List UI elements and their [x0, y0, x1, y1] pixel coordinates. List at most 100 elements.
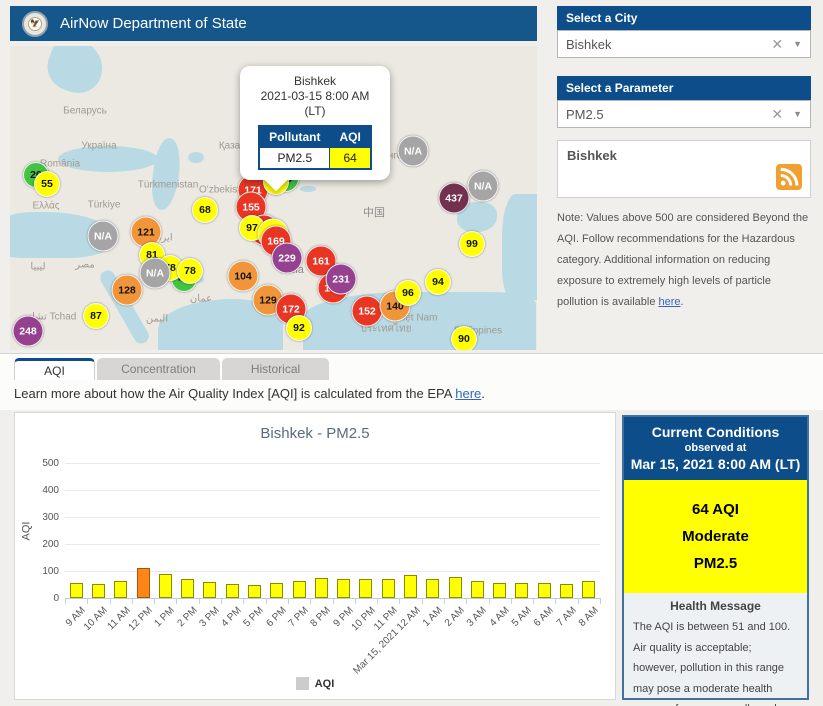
epa-info-line: Learn more about how the Air Quality Ind… — [14, 386, 485, 401]
chart-x-tick — [466, 599, 468, 604]
select-city-header: Select a City — [557, 6, 811, 30]
aqi-marker-104[interactable]: 104 — [227, 260, 259, 292]
aqi-marker-78[interactable]: 78 — [177, 258, 203, 284]
chart-x-tick — [399, 599, 401, 604]
aqi-marker-96[interactable]: 96 — [395, 280, 421, 306]
aqi-marker-90[interactable]: 90 — [451, 326, 477, 350]
aqi-marker-229[interactable]: 229 — [271, 242, 303, 274]
chart-x-tick — [533, 599, 535, 604]
chart-bar-10-pm[interactable] — [359, 579, 373, 598]
chart-x-tick-label: 1 PM — [152, 605, 178, 630]
chart-bar-2-am[interactable] — [448, 577, 462, 598]
chart-x-tick-label: 4 AM — [487, 605, 512, 629]
map-label: مصر — [75, 259, 95, 271]
clear-icon[interactable]: ✕ — [771, 106, 783, 123]
chart-x-tick — [577, 599, 579, 604]
rss-icon[interactable] — [776, 164, 802, 190]
map-label: Україна — [81, 140, 117, 152]
epa-here-link[interactable]: here — [455, 386, 481, 401]
chart-bar-8-pm[interactable] — [314, 578, 328, 598]
map-label: عمان — [189, 293, 213, 305]
app-title: AirNow Department of State — [60, 15, 247, 32]
current-conditions-header: Current Conditions observed at Mar 15, 2… — [624, 417, 807, 480]
popup-city: Bishkek — [293, 74, 337, 88]
aqi-marker-99[interactable]: 99 — [459, 231, 485, 257]
aqi-marker-94[interactable]: 94 — [425, 269, 451, 295]
chart-x-tick — [131, 599, 133, 604]
chart-x-tick — [265, 599, 267, 604]
airnow-page: 🦅 AirNow Department of State Беларусь Укр… — [0, 0, 823, 706]
chart-gridline — [65, 490, 600, 491]
chart-x-tick — [287, 599, 289, 604]
note-here-link[interactable]: here — [659, 296, 681, 308]
chart-x-tick — [176, 599, 178, 604]
chart-x-tick-label: 10 AM — [82, 605, 111, 633]
aqi-marker-92[interactable]: 92 — [286, 315, 312, 341]
chart-bar-3-pm[interactable] — [203, 582, 217, 598]
rss-city-label: Bishkek — [567, 148, 617, 163]
aqi-marker-na[interactable]: N/A — [397, 135, 429, 167]
clear-icon[interactable]: ✕ — [771, 36, 783, 53]
chart-bar-7-am[interactable] — [560, 584, 574, 598]
chart-bar-1-pm[interactable] — [158, 574, 172, 598]
health-message-title: Health Message — [670, 599, 761, 613]
chart-bar-1-am[interactable] — [426, 579, 440, 598]
chart-gridline — [65, 544, 600, 545]
popup-pollutant-value: PM2.5 — [258, 147, 331, 170]
chart-x-tick — [310, 599, 312, 604]
tab-concentration[interactable]: Concentration — [97, 358, 220, 380]
aqi-marker-68[interactable]: 68 — [192, 197, 218, 223]
aqi-marker-152[interactable]: 152 — [351, 295, 383, 327]
chart-bar-9-pm[interactable] — [337, 579, 351, 598]
chart-x-tick-label: 5 PM — [241, 605, 267, 630]
conditions-aqi-pollutant: PM2.5 — [693, 555, 738, 572]
chart-bar-2-pm[interactable] — [181, 579, 195, 598]
chart-x-tick-label: 10 PM — [349, 605, 378, 634]
chart-bar-4-am[interactable] — [493, 583, 507, 598]
map-label: ليبيا — [30, 261, 46, 273]
tab-aqi[interactable]: AQI — [14, 358, 95, 380]
chart-bar-4-pm[interactable] — [225, 584, 239, 598]
chart-bar-6-pm[interactable] — [270, 583, 284, 598]
conditions-title: Current Conditions — [651, 424, 780, 440]
aqi-marker-87[interactable]: 87 — [83, 303, 109, 329]
aqi-marker-na[interactable]: N/A — [87, 220, 119, 252]
chart-bar-8-am[interactable] — [582, 581, 596, 598]
tab-historical[interactable]: Historical — [222, 358, 329, 380]
chart-bar-9-am[interactable] — [69, 583, 83, 598]
chart-x-tick-label: 5 AM — [509, 605, 534, 629]
chart-x-tick — [555, 599, 557, 604]
chart-bar-mar-15-2021-12-am[interactable] — [404, 575, 418, 598]
map-water — [188, 152, 204, 163]
chart-bar-3-am[interactable] — [470, 581, 484, 598]
aqi-world-map[interactable]: БеларусьУкраїнаҚазақстанRomâniaΕλλάςTürk… — [10, 46, 537, 350]
chart-bar-10-am[interactable] — [91, 584, 105, 598]
aqi-marker-248[interactable]: 248 — [12, 315, 44, 347]
popup-table: Pollutant AQI PM2.5 64 — [258, 125, 372, 170]
chevron-down-icon[interactable]: ▼ — [793, 39, 802, 49]
tabs-section: AQI Concentration Historical Learn more … — [0, 353, 823, 410]
aqi-marker-55[interactable]: 55 — [34, 171, 60, 197]
chart-x-tick — [332, 599, 334, 604]
chevron-down-icon[interactable]: ▼ — [793, 109, 802, 119]
city-select[interactable]: Bishkek ✕ ▼ — [557, 30, 811, 58]
chart-bar-12-pm[interactable] — [136, 568, 150, 598]
chart-bar-5-pm[interactable] — [247, 585, 261, 598]
chart-bar-7-pm[interactable] — [292, 581, 306, 598]
chart-bar-11-am[interactable] — [114, 581, 128, 598]
popup-timezone: (LT) — [304, 104, 326, 118]
chart-bar-6-am[interactable] — [537, 583, 551, 598]
aqi-marker-231[interactable]: 231 — [325, 263, 357, 295]
map-water — [300, 186, 316, 192]
chart-x-tick-label: 6 AM — [532, 605, 557, 629]
chart-bar-5-am[interactable] — [515, 583, 529, 598]
chart-bar-11-pm[interactable] — [381, 579, 395, 598]
aqi-marker-na[interactable]: N/A — [467, 170, 499, 202]
aqi-marker-na[interactable]: N/A — [139, 257, 171, 289]
conditions-datetime: Mar 15, 2021 8:00 AM (LT) — [630, 456, 801, 472]
map-label: Türkmenistan — [137, 179, 199, 191]
parameter-select[interactable]: PM2.5 ✕ ▼ — [557, 100, 811, 128]
legend-label: AQI — [314, 677, 335, 690]
aqi-marker-128[interactable]: 128 — [111, 274, 143, 306]
aqi-marker-437[interactable]: 437 — [438, 182, 470, 214]
